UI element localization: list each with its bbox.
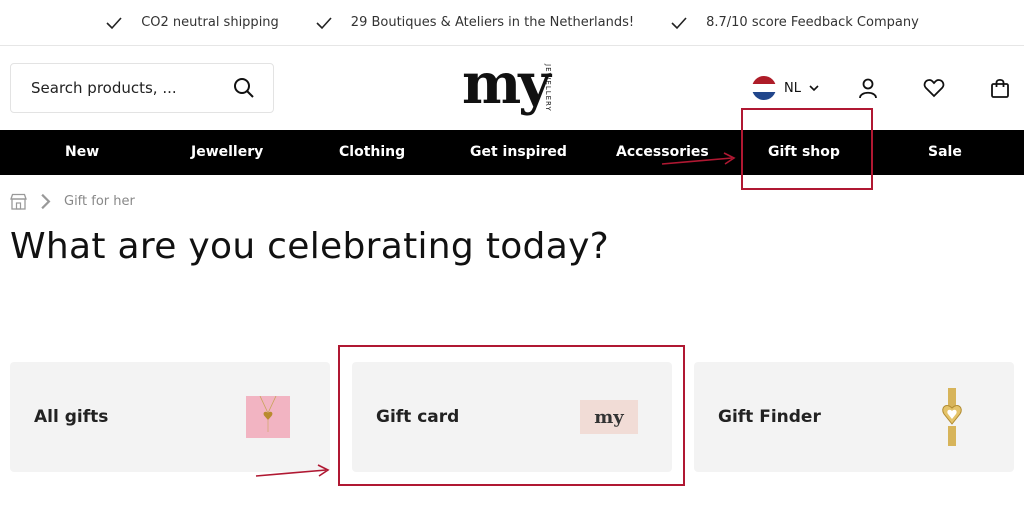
usp-item: 8.7/10 score Feedback Company bbox=[670, 14, 919, 32]
site-logo[interactable]: my JEWELLERY bbox=[462, 54, 572, 120]
annotation-arrow-icon bbox=[661, 152, 736, 165]
check-icon bbox=[671, 16, 687, 29]
page-title: What are you celebrating today? bbox=[10, 226, 610, 267]
search-input[interactable] bbox=[31, 79, 221, 97]
logo-word: my bbox=[462, 51, 551, 117]
search-icon[interactable] bbox=[233, 77, 255, 99]
breadcrumb-current[interactable]: Gift for her bbox=[64, 194, 135, 209]
nav-item-get-inspired[interactable]: Get inspired bbox=[470, 144, 567, 160]
breadcrumb: Gift for her bbox=[10, 193, 135, 210]
category-card-all-gifts[interactable]: All gifts bbox=[10, 362, 330, 472]
nav-item-new[interactable]: New bbox=[65, 144, 99, 160]
shopping-bag-icon[interactable] bbox=[988, 76, 1012, 100]
usp-bar: CO2 neutral shipping 29 Boutiques & Atel… bbox=[0, 0, 1024, 46]
heart-icon[interactable] bbox=[922, 76, 946, 100]
netherlands-flag-icon bbox=[752, 76, 776, 100]
chevron-right-icon bbox=[41, 193, 51, 210]
usp-item: CO2 neutral shipping bbox=[105, 14, 279, 32]
card-label: All gifts bbox=[34, 407, 109, 427]
check-icon bbox=[316, 16, 332, 29]
annotation-arrow-icon bbox=[255, 464, 330, 477]
usp-text: 8.7/10 score Feedback Company bbox=[706, 15, 919, 30]
language-selector[interactable]: NL bbox=[752, 76, 819, 100]
logo-sub: JEWELLERY bbox=[544, 64, 552, 112]
watch-icon bbox=[942, 388, 962, 446]
store-icon[interactable] bbox=[10, 193, 27, 210]
nav-item-jewellery[interactable]: Jewellery bbox=[191, 144, 263, 160]
category-card-gift-finder[interactable]: Gift Finder bbox=[694, 362, 1014, 472]
usp-text: CO2 neutral shipping bbox=[141, 15, 279, 30]
card-label: Gift Finder bbox=[718, 407, 821, 427]
usp-text: 29 Boutiques & Ateliers in the Netherlan… bbox=[350, 15, 635, 30]
account-icon[interactable] bbox=[856, 76, 880, 100]
search-box[interactable] bbox=[10, 63, 274, 113]
nav-item-sale[interactable]: Sale bbox=[928, 144, 962, 160]
nav-item-clothing[interactable]: Clothing bbox=[339, 144, 405, 160]
annotation-highlight-box bbox=[741, 108, 873, 190]
chevron-down-icon bbox=[809, 85, 819, 92]
check-icon bbox=[106, 16, 122, 29]
language-code: NL bbox=[784, 80, 801, 96]
annotation-highlight-box bbox=[338, 345, 685, 486]
usp-item: 29 Boutiques & Ateliers in the Netherlan… bbox=[315, 14, 634, 32]
necklace-gift-icon bbox=[246, 396, 290, 438]
